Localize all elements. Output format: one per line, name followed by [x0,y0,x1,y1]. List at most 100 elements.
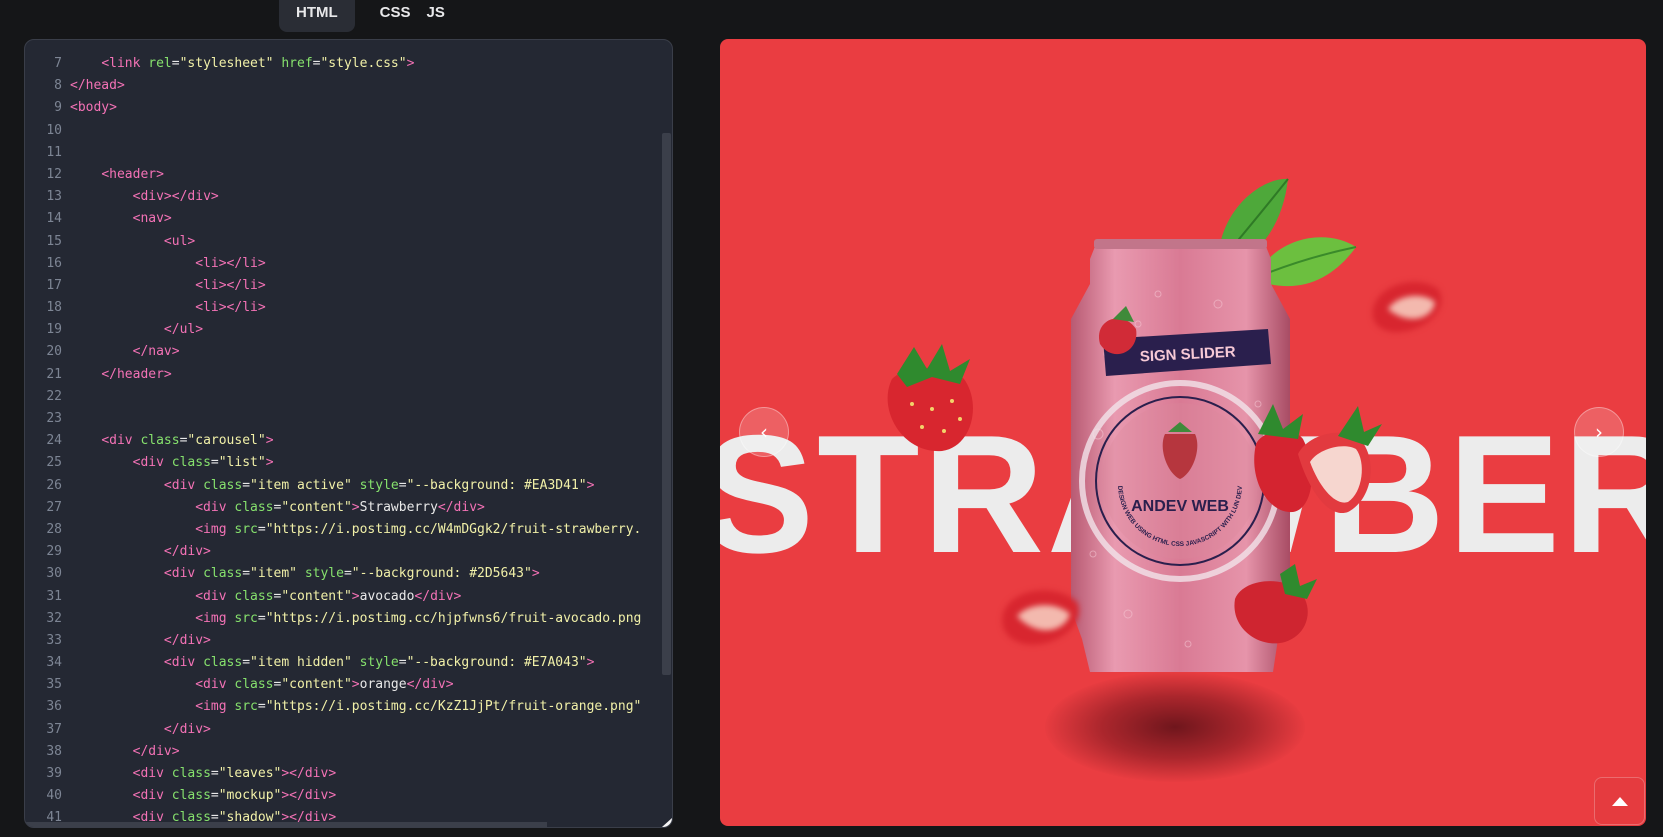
code-line[interactable]: 28 <img src="https://i.postimg.cc/W4mDGg… [25,519,641,541]
code-line[interactable]: 36 <img src="https://i.postimg.cc/KzZ1Jj… [25,696,641,718]
line-number: 31 [46,588,62,604]
code-line[interactable]: 27 <div class="content">Strawberry</div> [25,497,641,519]
code-line[interactable]: 9 <body> [25,97,641,119]
line-number: 8 [54,78,62,94]
line-code: <div class="content">avocado</div> [67,586,461,608]
code-token: > [265,433,274,449]
code-token: class [203,477,243,493]
code-line[interactable]: 19 </ul> [25,319,641,341]
resize-handle[interactable] [662,818,672,827]
code-line[interactable]: 8 </head> [25,75,641,97]
code-token: "--background: #EA3D41" [406,477,587,493]
line-number: 32 [46,610,62,626]
code-lines[interactable]: 7 <link rel="stylesheet" href="style.css… [25,53,641,827]
prev-slide-button[interactable]: ‹ [739,407,789,457]
code-line[interactable]: 17 <li></li> [25,275,641,297]
code-token: <body> [70,100,117,116]
line-code: <div class="item" style="--background: #… [67,563,540,585]
line-code: </head> [67,75,125,97]
code-line[interactable]: 22 [25,386,641,408]
line-number: 26 [46,477,62,493]
code-token: class [140,433,180,449]
line-code: </nav> [67,341,180,363]
code-line[interactable]: 12 <header> [25,164,641,186]
code-line[interactable]: 11 [25,142,641,164]
code-token: </div> [132,743,180,759]
line-code: </header> [67,364,171,386]
line-code: </div> [67,719,211,741]
tab-js[interactable]: JS [427,4,445,21]
code-line[interactable]: 13 <div></div> [25,186,641,208]
code-line[interactable]: 23 [25,408,641,430]
code-token: "leaves" [218,766,282,781]
line-code: <li></li> [67,275,265,297]
code-token: </div> [163,544,211,560]
code-token: <img [195,521,235,537]
code-editor[interactable]: 7 <link rel="stylesheet" href="style.css… [24,39,673,828]
code-token: <link [101,56,149,71]
code-line[interactable]: 29 </div> [25,541,641,563]
code-token: class [234,499,274,515]
line-code: <div class="carousel"> [67,430,274,452]
line-code: <div class="leaves"></div> [67,763,337,785]
code-line[interactable]: 24 <div class="carousel"> [25,430,641,452]
strawberry-bottom-right [1234,564,1317,644]
tab-html[interactable]: HTML [279,0,355,32]
code-token: > [531,566,540,582]
code-token: "style.css" [320,56,407,71]
line-number: 38 [46,743,62,759]
code-line[interactable]: 7 <link rel="stylesheet" href="style.css… [25,53,641,75]
caret-up-icon [1611,797,1628,806]
code-line[interactable]: 31 <div class="content">avocado</div> [25,586,641,608]
code-line[interactable]: 35 <div class="content">orange</div> [25,674,641,696]
line-code: <div class="content">orange</div> [67,674,453,696]
code-token: = [210,788,219,804]
code-line[interactable]: 33 </div> [25,630,641,652]
code-token: ></div> [281,766,337,781]
code-line[interactable]: 39 <div class="leaves"></div> [25,763,641,785]
next-slide-button[interactable]: › [1574,407,1624,457]
code-line[interactable]: 16 <li></li> [25,253,641,275]
code-line[interactable]: 25 <div class="list"> [25,452,641,474]
code-line[interactable]: 21 </header> [25,364,641,386]
vertical-scrollbar[interactable] [662,133,671,675]
code-line[interactable]: 10 [25,120,641,142]
code-token: = [257,699,266,715]
code-line[interactable]: 18 <li></li> [25,297,641,319]
code-token: class [234,588,274,604]
code-line[interactable]: 32 <img src="https://i.postimg.cc/hjpfwn… [25,608,641,630]
horizontal-scrollbar[interactable] [25,822,547,827]
code-line[interactable]: 34 <div class="item hidden" style="--bac… [25,652,641,674]
line-code: <div class="content">Strawberry</div> [67,497,485,519]
code-line[interactable]: 38 </div> [25,741,641,763]
line-code: <body> [67,97,117,119]
code-line[interactable]: 15 <ul> [25,231,641,253]
line-number: 12 [46,166,62,182]
scroll-to-top-button[interactable] [1594,777,1645,825]
line-number: 24 [46,433,62,449]
line-code: <div class="item active" style="--backgr… [67,475,595,497]
code-line[interactable]: 40 <div class="mockup"></div> [25,785,641,807]
code-token: </div> [437,499,485,515]
code-line[interactable]: 26 <div class="item active" style="--bac… [25,475,641,497]
code-line[interactable]: 37 </div> [25,719,641,741]
code-token: avocado [359,588,415,604]
code-token: > [351,677,360,693]
code-line[interactable]: 14 <nav> [25,208,641,230]
code-line[interactable]: 20 </nav> [25,341,641,363]
code-token: "--background: #2D5643" [351,566,532,582]
code-line[interactable]: 30 <div class="item" style="--background… [25,563,641,585]
code-token: style [359,477,399,493]
code-token: href [281,56,313,71]
editor-tabs: HTML CSS JS [279,0,445,32]
tab-css[interactable]: CSS [380,4,411,21]
